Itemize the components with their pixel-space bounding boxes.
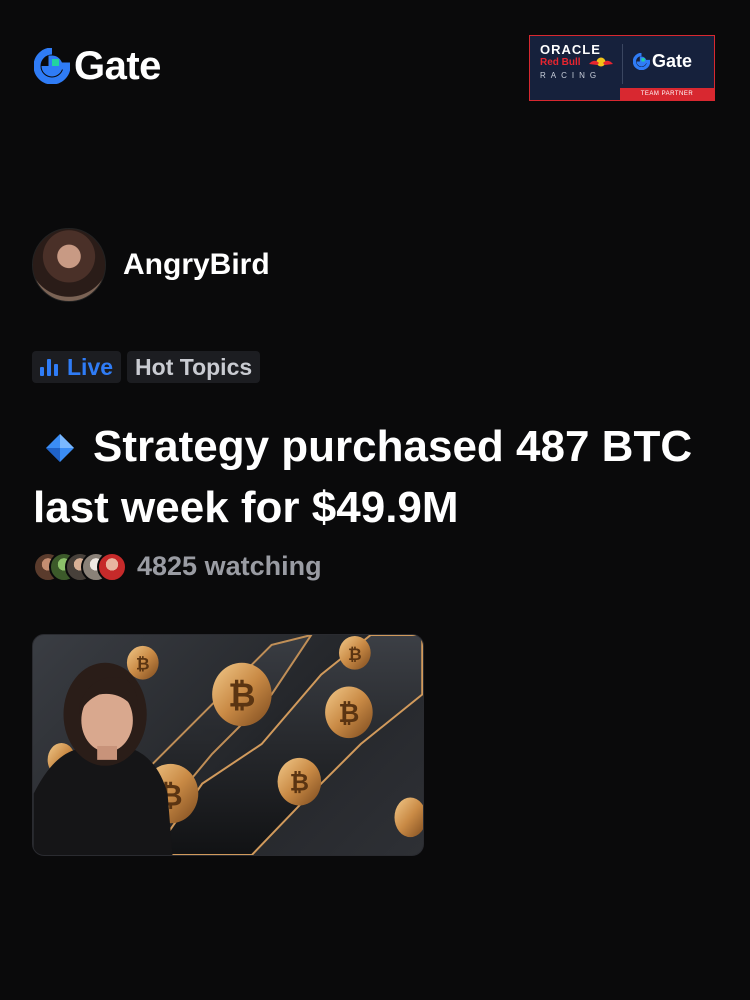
post-thumbnail[interactable]: ₿ ₿ ₿ ₿ ₿ ₿ — [32, 634, 424, 856]
watching-count: 4825 watching — [137, 551, 322, 581]
tag-live-label: Live — [67, 353, 114, 380]
svg-text:₿: ₿ — [348, 644, 362, 664]
svg-text:₿: ₿ — [136, 654, 150, 674]
team-partner-label: TEAM PARTNER — [620, 88, 714, 100]
gate-logo-icon — [633, 53, 650, 70]
viewer-avatars — [33, 551, 127, 582]
post-title[interactable]: Strategy purchased 487 BTC last week for… — [33, 416, 713, 538]
author-name[interactable]: AngryBird — [123, 248, 270, 282]
svg-text:₿: ₿ — [338, 699, 359, 729]
logo-text: Gate — [74, 44, 161, 88]
post-tags: Live Hot Topics — [32, 351, 261, 383]
partner-line2: Red Bull — [540, 57, 581, 68]
partner-divider — [622, 44, 623, 84]
gate-logo-icon — [34, 48, 70, 84]
red-bull-icon — [589, 57, 613, 67]
partner-name: Gate — [652, 51, 693, 71]
partner-line3: RACING — [540, 71, 602, 80]
post-title-text: Strategy purchased 487 BTC last week for… — [33, 422, 693, 532]
tag-hot-topics[interactable]: Hot Topics — [127, 351, 261, 383]
team-partner-badge: ORACLE Red Bull RACING Gate TEAM PARTNER — [529, 35, 715, 101]
watching-row: 4825 watching — [33, 551, 322, 582]
bitcoin-coins-image: ₿ ₿ ₿ ₿ ₿ ₿ — [33, 635, 423, 855]
viewer-avatar — [97, 551, 127, 582]
post-author[interactable]: AngryBird — [32, 228, 270, 302]
gate-logo[interactable]: Gate — [34, 46, 161, 86]
live-bars-icon — [40, 358, 58, 376]
tag-hot-topics-label: Hot Topics — [135, 353, 253, 380]
blue-diamond-icon — [46, 434, 74, 462]
svg-text:₿: ₿ — [228, 675, 255, 714]
partner-line1: ORACLE — [540, 42, 601, 57]
avatar[interactable] — [32, 228, 106, 302]
partner-gate-logo: Gate — [633, 51, 692, 72]
tag-live[interactable]: Live — [32, 351, 122, 383]
svg-text:₿: ₿ — [290, 769, 309, 797]
